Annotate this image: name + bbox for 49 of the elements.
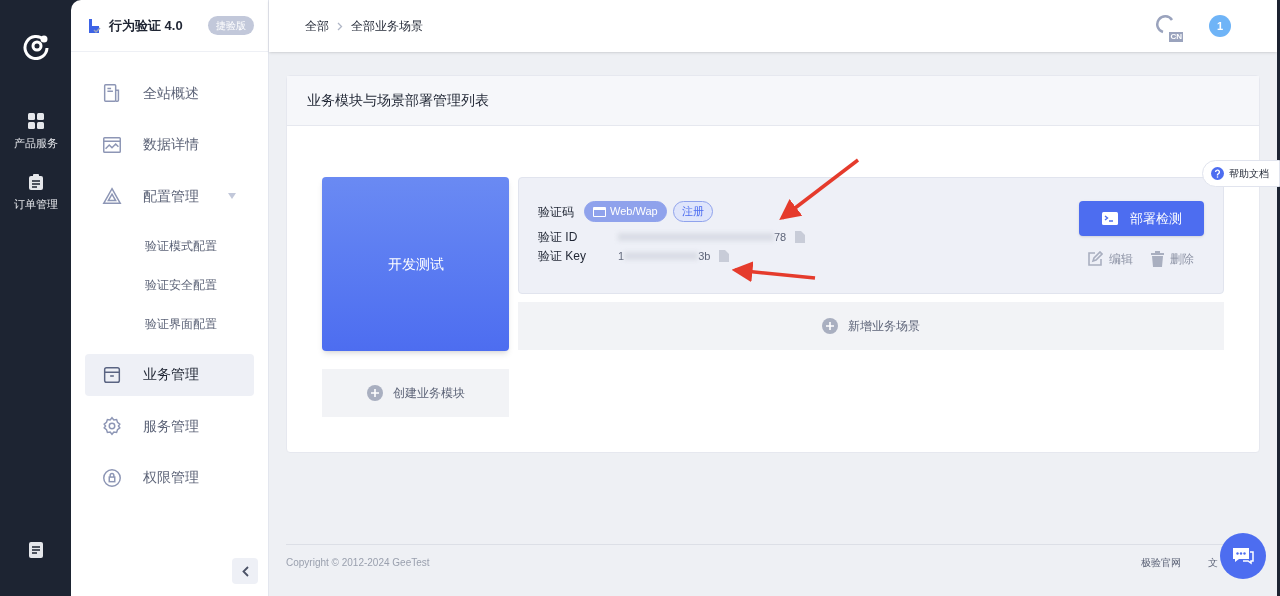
breadcrumb-item[interactable]: 全部业务场景 (351, 17, 423, 35)
footer-link[interactable]: 极验官网 (1141, 555, 1181, 570)
deploy-check-button[interactable]: 部署检测 (1079, 201, 1204, 236)
key-value: 1 (618, 248, 625, 264)
triangle-icon (101, 185, 123, 207)
settings-icon (101, 415, 123, 437)
rail-item[interactable]: 订单管理 (13, 195, 58, 212)
id-value: 78 (774, 229, 787, 245)
submenu-item[interactable]: 验证界面配置 (85, 304, 254, 344)
document-icon[interactable] (28, 542, 43, 558)
trash-icon (1151, 251, 1164, 267)
window-icon (593, 206, 606, 217)
grid-icon (27, 113, 44, 129)
sidebar-item[interactable]: 配置管理 (85, 175, 254, 217)
sidebar-item[interactable]: 全站概述 (85, 72, 254, 114)
chat-icon (1231, 546, 1255, 566)
logo-icon[interactable] (21, 32, 50, 60)
sidebar-item[interactable]: 权限管理 (85, 456, 254, 499)
add-scene-button[interactable]: 新增业务场景 (518, 302, 1224, 350)
breadcrumb-item[interactable]: 全部 (305, 17, 329, 35)
chevron-right-icon (337, 21, 343, 31)
edit-icon (1087, 251, 1103, 267)
footer-link[interactable]: 文 (1208, 555, 1218, 570)
field-label: 验证 ID (538, 229, 579, 246)
help-button[interactable]: 帮助文档 (1202, 160, 1280, 187)
submenu-item[interactable]: 验证模式配置 (85, 226, 254, 266)
chevron-left-icon (241, 565, 249, 577)
copyright-text: Copyright © 2012-2024 GeeTest (286, 556, 430, 570)
panel-title: 业务模块与场景部署管理列表 (307, 91, 489, 110)
sidebar-item[interactable]: 服务管理 (85, 405, 254, 447)
terminal-icon (1101, 212, 1118, 225)
module-card[interactable]: 开发测试 (322, 177, 509, 351)
sidebar-item[interactable]: 数据详情 (85, 123, 254, 166)
field-label: 验证 Key (538, 248, 587, 265)
create-module-button[interactable]: 创建业务模块 (322, 369, 509, 417)
scene-tag: 注册 (672, 201, 713, 222)
plus-icon (822, 318, 838, 334)
product-title: 行为验证 4.0 (109, 16, 183, 35)
clipboard-icon (28, 173, 43, 190)
help-icon (1211, 167, 1224, 180)
collapse-button[interactable] (232, 558, 258, 584)
scene-tag: Web/Wap (584, 201, 667, 222)
key-value: 3b (698, 248, 711, 264)
sidebar-item[interactable]: 业务管理 (85, 353, 254, 396)
scene-label: 验证码 (538, 203, 574, 221)
plus-icon (366, 385, 383, 401)
rail-item[interactable]: 产品服务 (13, 135, 58, 152)
submenu-item[interactable]: 验证安全配置 (85, 265, 254, 305)
lock-icon (101, 466, 123, 489)
